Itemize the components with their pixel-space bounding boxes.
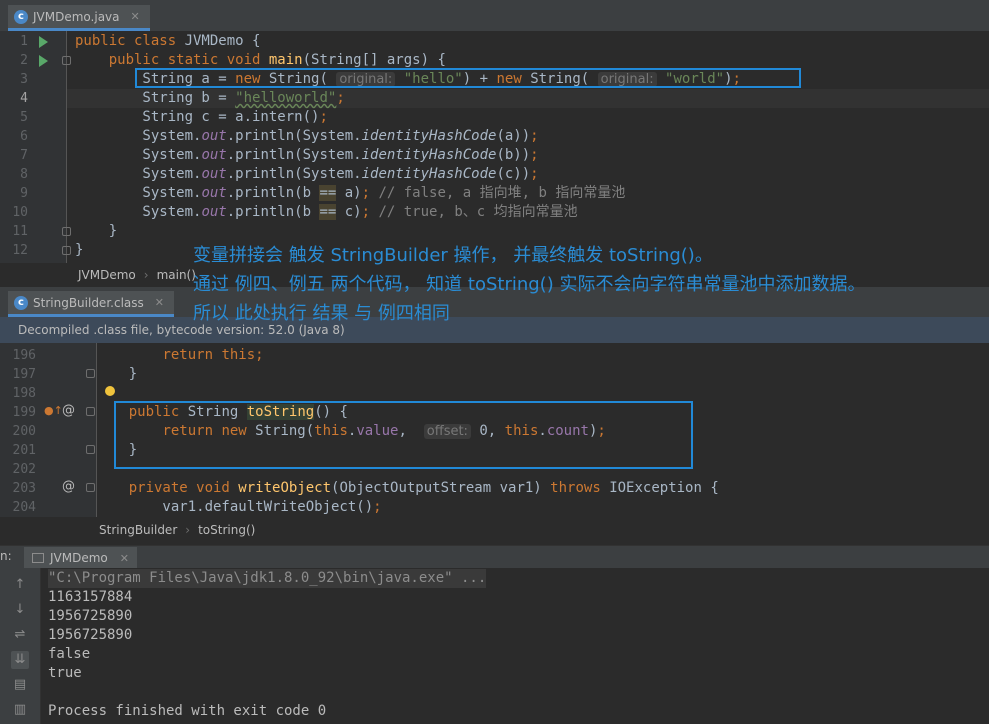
class-file-icon: c (14, 295, 28, 310)
line-number: 200 (12, 424, 36, 439)
console-line: 1956725890 (48, 608, 133, 624)
line-number: 7 (20, 148, 28, 163)
line-number: 12 (12, 243, 28, 258)
java-class-icon: c (14, 9, 28, 24)
highlight-box-tostring (114, 401, 693, 469)
code-line-5: String c = a.intern(); (75, 109, 328, 125)
line-number: 204 (12, 500, 36, 515)
highlight-box-line3 (135, 68, 801, 88)
code-line-6: System.out.println(System.identityHashCo… (75, 128, 539, 144)
run-icon[interactable] (39, 55, 48, 67)
code-line-203: private void writeObject(ObjectOutputStr… (128, 480, 719, 496)
line-number: 10 (12, 205, 28, 220)
console-output[interactable]: "C:\Program Files\Java\jdk1.8.0_92\bin\j… (41, 568, 989, 724)
line-number: 6 (20, 129, 28, 144)
chevron-right-icon: › (185, 523, 191, 537)
code-line-196: return this; (162, 347, 264, 363)
line-number: 3 (20, 72, 28, 87)
soft-wrap-icon[interactable]: ⇌ (11, 626, 29, 644)
code-line-204: var1.defaultWriteObject(); (95, 499, 382, 515)
line-number: 196 (12, 348, 36, 363)
code-line-197: } (95, 366, 138, 382)
code-line-11: } (75, 223, 118, 239)
trash-icon[interactable]: ▥ (11, 701, 29, 719)
console-line: Process finished with exit code 0 (48, 703, 327, 719)
scroll-to-end-icon[interactable]: ⇊ (11, 651, 29, 669)
line-number: 2 (20, 53, 28, 68)
console-line: 1163157884 (48, 589, 133, 605)
line-number: 9 (20, 186, 28, 201)
annotation-line-1: 变量拼接会 触发 StringBuilder 操作， 并最终触发 toStrin… (193, 245, 713, 266)
arrow-up-icon[interactable]: ↑ (11, 576, 29, 594)
console-line: 1956725890 (48, 627, 133, 643)
tab-jvmdemo-java[interactable]: c JVMDemo.java ✕ (8, 5, 150, 31)
code-line-1: public class JVMDemo { (75, 33, 261, 49)
code-line-7: System.out.println(System.identityHashCo… (75, 147, 539, 163)
fold-icon[interactable] (62, 227, 71, 236)
breadcrumb-item[interactable]: StringBuilder (99, 523, 177, 537)
decompiled-banner: Decompiled .class file, bytecode version… (0, 317, 989, 343)
line-number: 203 (12, 481, 36, 496)
override-icon[interactable]: ●↑ (44, 404, 63, 417)
annotation-line-2: 通过 例四、例五 两个代码， 知道 toString() 实际不会向字符串常量池… (193, 274, 866, 295)
tab-label: StringBuilder.class (33, 295, 144, 310)
run-icon[interactable] (39, 36, 48, 48)
tab-label: JVMDemo (50, 551, 108, 565)
chevron-right-icon: › (143, 268, 149, 282)
close-icon[interactable]: ✕ (120, 552, 129, 565)
fold-icon[interactable] (62, 56, 71, 65)
tab-run-jvmdemo[interactable]: JVMDemo ✕ (24, 547, 137, 569)
fold-icon[interactable] (62, 246, 71, 255)
fold-icon[interactable] (86, 483, 95, 492)
line-number: 1 (20, 34, 28, 49)
code-line-9: System.out.println(b == a); // false, a … (75, 185, 626, 201)
fold-icon[interactable] (86, 445, 95, 454)
console-line: "C:\Program Files\Java\jdk1.8.0_92\bin\j… (48, 569, 487, 588)
code-line-8: System.out.println(System.identityHashCo… (75, 166, 539, 182)
close-icon[interactable]: ✕ (155, 296, 164, 309)
fold-icon[interactable] (86, 407, 95, 416)
editor-tab-bar: c JVMDemo.java ✕ (0, 0, 989, 32)
tab-stringbuilder-class[interactable]: c StringBuilder.class ✕ (8, 291, 174, 317)
console-toolbar: ↑ ↓ ⇌ ⇊ ▤ ▥ (0, 568, 41, 724)
annotation-at-icon: @ (62, 479, 75, 494)
code-line-10: System.out.println(b == c); // true, b、c… (75, 204, 578, 220)
lightbulb-icon[interactable] (105, 386, 115, 396)
arrow-down-icon[interactable]: ↓ (11, 601, 29, 619)
breadcrumb: StringBuilder › toString() (0, 517, 989, 543)
code-line-4: String b = "helloworld"; (75, 90, 345, 106)
line-number: 5 (20, 110, 28, 125)
print-icon[interactable]: ▤ (11, 676, 29, 694)
line-number: 11 (12, 224, 28, 239)
annotation-at-icon: @ (62, 403, 75, 418)
line-number: 199 (12, 405, 36, 420)
console-line: false (48, 646, 91, 662)
line-number: 197 (12, 367, 36, 382)
breadcrumb-item[interactable]: JVMDemo (78, 268, 136, 282)
annotation-line-3: 所以 此处执行 结果 与 例四相同 (193, 303, 450, 324)
tab-label: JVMDemo.java (33, 9, 120, 24)
line-number: 8 (20, 167, 28, 182)
close-icon[interactable]: ✕ (131, 10, 140, 23)
run-label: n: (0, 549, 12, 563)
line-number: 202 (12, 462, 36, 477)
code-line-12: } (75, 242, 84, 258)
run-tab-bar: n: JVMDemo ✕ (0, 545, 989, 569)
line-number: 201 (12, 443, 36, 458)
fold-icon[interactable] (86, 369, 95, 378)
line-number: 4 (20, 91, 28, 106)
breadcrumb-item[interactable]: main() (157, 268, 196, 282)
console-line: true (48, 665, 82, 681)
breadcrumb-item[interactable]: toString() (198, 523, 255, 537)
console-icon (32, 553, 44, 563)
line-number: 198 (12, 386, 36, 401)
